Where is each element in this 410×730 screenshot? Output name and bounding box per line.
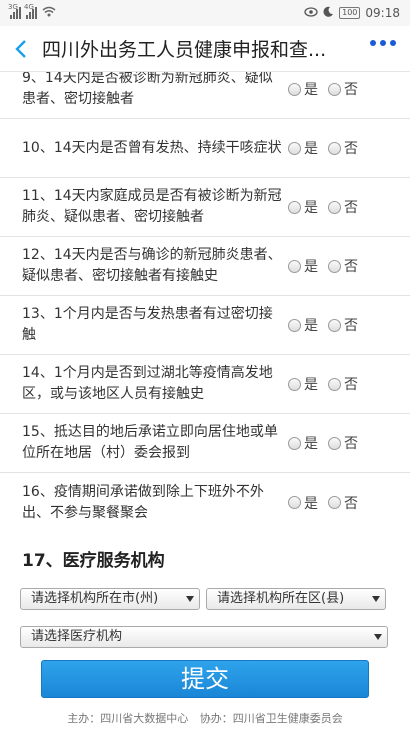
no-option[interactable]: 否: [328, 433, 358, 453]
no-radio[interactable]: [328, 496, 341, 509]
district-select[interactable]: 请选择机构所在区(县): [206, 588, 386, 610]
signal-icon: 3G: [8, 3, 21, 19]
no-radio[interactable]: [328, 141, 341, 155]
no-option[interactable]: 否: [328, 493, 358, 513]
no-option[interactable]: 否: [328, 197, 358, 217]
footer: 主办：四川省大数据中心 协办：四川省卫生健康委员会: [0, 710, 410, 726]
question-text: 9、14天内是否被诊断为新冠肺炎、疑似患者、密切接触者: [22, 72, 273, 107]
footer-host: 主办：四川省大数据中心: [67, 712, 189, 725]
footer-co-host: 协办：四川省卫生健康委员会: [199, 712, 343, 725]
no-radio[interactable]: [328, 377, 341, 391]
no-radio[interactable]: [328, 200, 341, 214]
question-row: 15、抵达目的地后承诺立即向居住地或单位所在地居（村）委会报到 是 否: [0, 414, 410, 473]
yes-option[interactable]: 是: [288, 256, 318, 276]
no-radio[interactable]: [328, 436, 341, 450]
status-bar: 3G 4G 100 09:18: [0, 0, 410, 26]
yes-option[interactable]: 是: [288, 433, 318, 453]
yes-radio[interactable]: [288, 259, 301, 273]
chevron-down-icon: [372, 596, 380, 602]
no-option[interactable]: 否: [328, 315, 358, 335]
city-select[interactable]: 请选择机构所在市(州): [20, 588, 200, 610]
back-arrow-icon: [15, 39, 26, 58]
question-text: 15、抵达目的地后承诺立即向居住地或单位所在地居（村）委会报到: [22, 424, 278, 461]
status-left: 3G 4G: [8, 3, 56, 20]
question-row: 11、14天内家庭成员是否有被诊断为新冠肺炎、疑似患者、密切接触者 是 否: [0, 178, 410, 237]
page-title: 四川外出务工人员健康申报和查...: [42, 39, 327, 61]
yes-radio[interactable]: [288, 436, 301, 450]
wifi-icon: [42, 6, 56, 20]
yes-option[interactable]: 是: [288, 315, 318, 335]
question-row: 13、1个月内是否与发热患者有过密切接触 是 否: [0, 296, 410, 355]
question-row: 16、疫情期间承诺做到除上下班外不外出、不参与聚餐聚会 是 否: [0, 473, 410, 532]
yes-radio[interactable]: [288, 82, 301, 96]
yes-option[interactable]: 是: [288, 197, 318, 217]
title-bar: 四川外出务工人员健康申报和查...: [0, 26, 410, 72]
question-text: 11、14天内家庭成员是否有被诊断为新冠肺炎、疑似患者、密切接触者: [22, 188, 282, 225]
status-time: 09:18: [365, 6, 400, 20]
question-text: 14、1个月内是否到过湖北等疫情高发地区，或与该地区人员有接触史: [22, 365, 273, 402]
yes-radio[interactable]: [288, 377, 301, 391]
no-option[interactable]: 否: [328, 374, 358, 394]
more-dots-icon: [370, 40, 376, 46]
question-text: 10、14天内是否曾有发热、持续干咳症状: [22, 139, 282, 156]
yes-option[interactable]: 是: [288, 493, 318, 513]
no-option[interactable]: 否: [328, 79, 358, 99]
yes-radio[interactable]: [288, 496, 301, 509]
status-right: 100 09:18: [304, 6, 400, 20]
yes-option[interactable]: 是: [288, 79, 318, 99]
chevron-down-icon: [186, 596, 194, 602]
signal-icon-2: 4G: [24, 3, 37, 19]
question-row: 10、14天内是否曾有发热、持续干咳症状 是 否: [0, 119, 410, 178]
question-text: 12、14天内是否与确诊的新冠肺炎患者、疑似患者、密切接触者有接触史: [22, 247, 282, 284]
no-option[interactable]: 否: [328, 256, 358, 276]
yes-radio[interactable]: [288, 200, 301, 214]
question-row: 12、14天内是否与确诊的新冠肺炎患者、疑似患者、密切接触者有接触史 是 否: [0, 237, 410, 296]
question-text: 16、疫情期间承诺做到除上下班外不外出、不参与聚餐聚会: [22, 483, 264, 521]
moon-icon: [323, 6, 334, 20]
form-content[interactable]: 9、14天内是否被诊断为新冠肺炎、疑似患者、密切接触者 是 否 10、14天内是…: [0, 72, 410, 730]
medical-section-title: 17、医疗服务机构: [22, 551, 165, 571]
yes-radio[interactable]: [288, 318, 301, 332]
no-radio[interactable]: [328, 82, 341, 96]
question-list: 9、14天内是否被诊断为新冠肺炎、疑似患者、密切接触者 是 否 10、14天内是…: [0, 72, 410, 532]
yes-option[interactable]: 是: [288, 138, 318, 158]
question-row: 14、1个月内是否到过湖北等疫情高发地区，或与该地区人员有接触史 是 否: [0, 355, 410, 414]
chevron-down-icon: [374, 634, 382, 640]
yes-radio[interactable]: [288, 141, 301, 155]
submit-button[interactable]: 提交: [41, 660, 369, 698]
more-button[interactable]: [370, 40, 396, 46]
back-button[interactable]: [0, 26, 42, 72]
battery-icon: 100: [339, 7, 361, 19]
yes-option[interactable]: 是: [288, 374, 318, 394]
institution-select[interactable]: 请选择医疗机构: [20, 626, 388, 648]
no-radio[interactable]: [328, 259, 341, 273]
no-option[interactable]: 否: [328, 138, 358, 158]
question-row: 9、14天内是否被诊断为新冠肺炎、疑似患者、密切接触者 是 否: [0, 72, 410, 119]
no-radio[interactable]: [328, 318, 341, 332]
eye-icon: [304, 6, 318, 20]
question-text: 13、1个月内是否与发热患者有过密切接触: [22, 306, 273, 343]
